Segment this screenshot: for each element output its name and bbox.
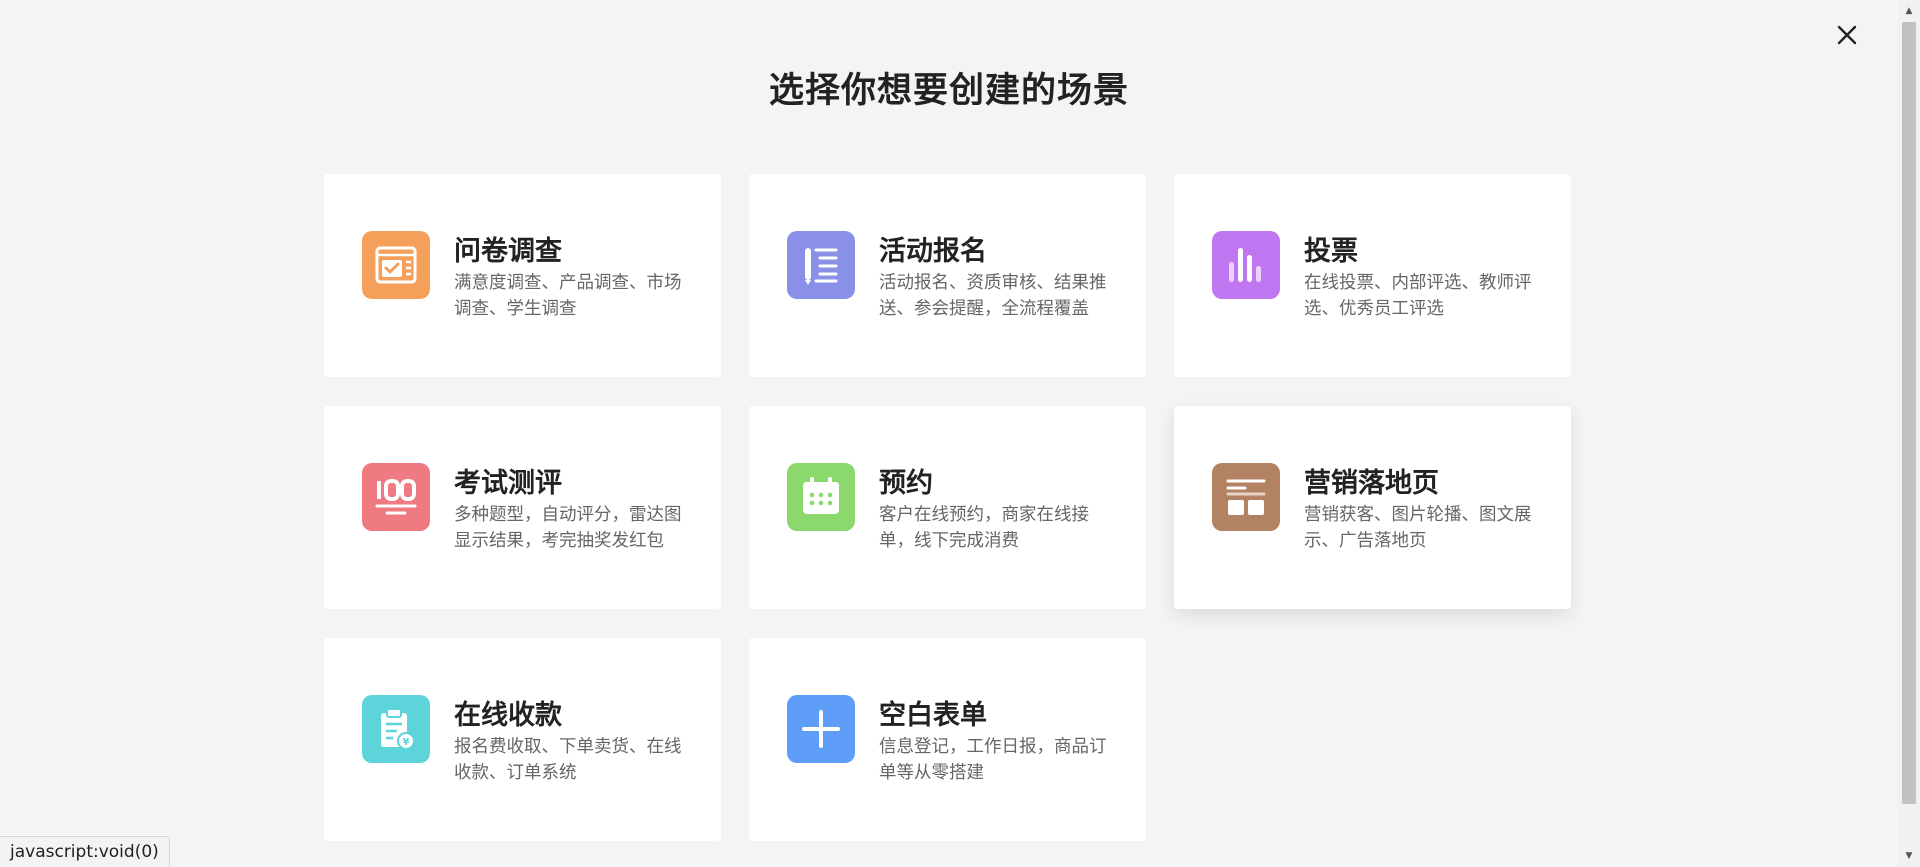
exam-icon <box>362 463 430 531</box>
plus-icon <box>787 695 855 763</box>
card-title: 问卷调查 <box>454 236 562 267</box>
status-bar-url: javascript:void(0) <box>0 836 170 867</box>
calendar-icon <box>787 463 855 531</box>
card-title: 营销落地页 <box>1304 468 1439 499</box>
page-title: 选择你想要创建的场景 <box>768 71 1129 111</box>
scene-card-survey[interactable]: 问卷调查 满意度调查、产品调查、市场调查、学生调查 <box>324 174 721 377</box>
scene-card-exam[interactable]: 考试测评 多种题型，自动评分，雷达图显示结果，考完抽奖发红包 <box>324 406 721 609</box>
payment-icon: ¥ <box>362 695 430 763</box>
svg-text:¥: ¥ <box>403 737 410 748</box>
close-icon <box>1836 24 1858 50</box>
card-description: 多种题型，自动评分，雷达图显示结果，考完抽奖发红包 <box>454 505 682 551</box>
scene-card-registration[interactable]: 活动报名 活动报名、资质审核、结果推送、参会提醒，全流程覆盖 <box>749 174 1146 377</box>
close-button[interactable] <box>1830 20 1864 54</box>
scroll-down-icon[interactable]: ▼ <box>1898 847 1920 865</box>
scene-card-blank-form[interactable]: 空白表单 信息登记，工作日报，商品订单等从零搭建 <box>749 638 1146 841</box>
registration-icon <box>787 231 855 299</box>
card-description: 信息登记，工作日报，商品订单等从零搭建 <box>879 737 1107 783</box>
card-title: 投票 <box>1304 236 1358 267</box>
card-description: 客户在线预约，商家在线接单，线下完成消费 <box>879 505 1089 551</box>
card-title: 预约 <box>879 468 933 499</box>
scene-card-appointment[interactable]: 预约 客户在线预约，商家在线接单，线下完成消费 <box>749 406 1146 609</box>
card-description: 活动报名、资质审核、结果推送、参会提醒，全流程覆盖 <box>879 273 1107 319</box>
card-title: 在线收款 <box>454 700 562 731</box>
survey-icon <box>362 231 430 299</box>
scene-card-vote[interactable]: 投票 在线投票、内部评选、教师评选、优秀员工评选 <box>1174 174 1571 377</box>
card-title: 考试测评 <box>454 468 562 499</box>
vote-icon <box>1212 231 1280 299</box>
scrollbar-thumb[interactable] <box>1902 22 1916 804</box>
scene-picker-page: 选择你想要创建的场景 问卷调查 满意度调查、产品调查、市场调查、学生调查 活动报… <box>0 0 1920 867</box>
card-description: 在线投票、内部评选、教师评选、优秀员工评选 <box>1304 273 1532 319</box>
card-description: 报名费收取、下单卖货、在线收款、订单系统 <box>454 737 682 783</box>
scene-card-landing-page[interactable]: 营销落地页 营销获客、图片轮播、图文展示、广告落地页 <box>1174 406 1571 609</box>
card-title: 空白表单 <box>879 700 987 731</box>
landing-page-icon <box>1212 463 1280 531</box>
vertical-scrollbar[interactable]: ▲ ▼ <box>1898 0 1920 867</box>
card-description: 满意度调查、产品调查、市场调查、学生调查 <box>454 273 682 319</box>
card-description: 营销获客、图片轮播、图文展示、广告落地页 <box>1304 505 1532 551</box>
scroll-up-icon[interactable]: ▲ <box>1898 2 1920 20</box>
scene-card-payment[interactable]: ¥ 在线收款 报名费收取、下单卖货、在线收款、订单系统 <box>324 638 721 841</box>
card-title: 活动报名 <box>879 236 987 267</box>
